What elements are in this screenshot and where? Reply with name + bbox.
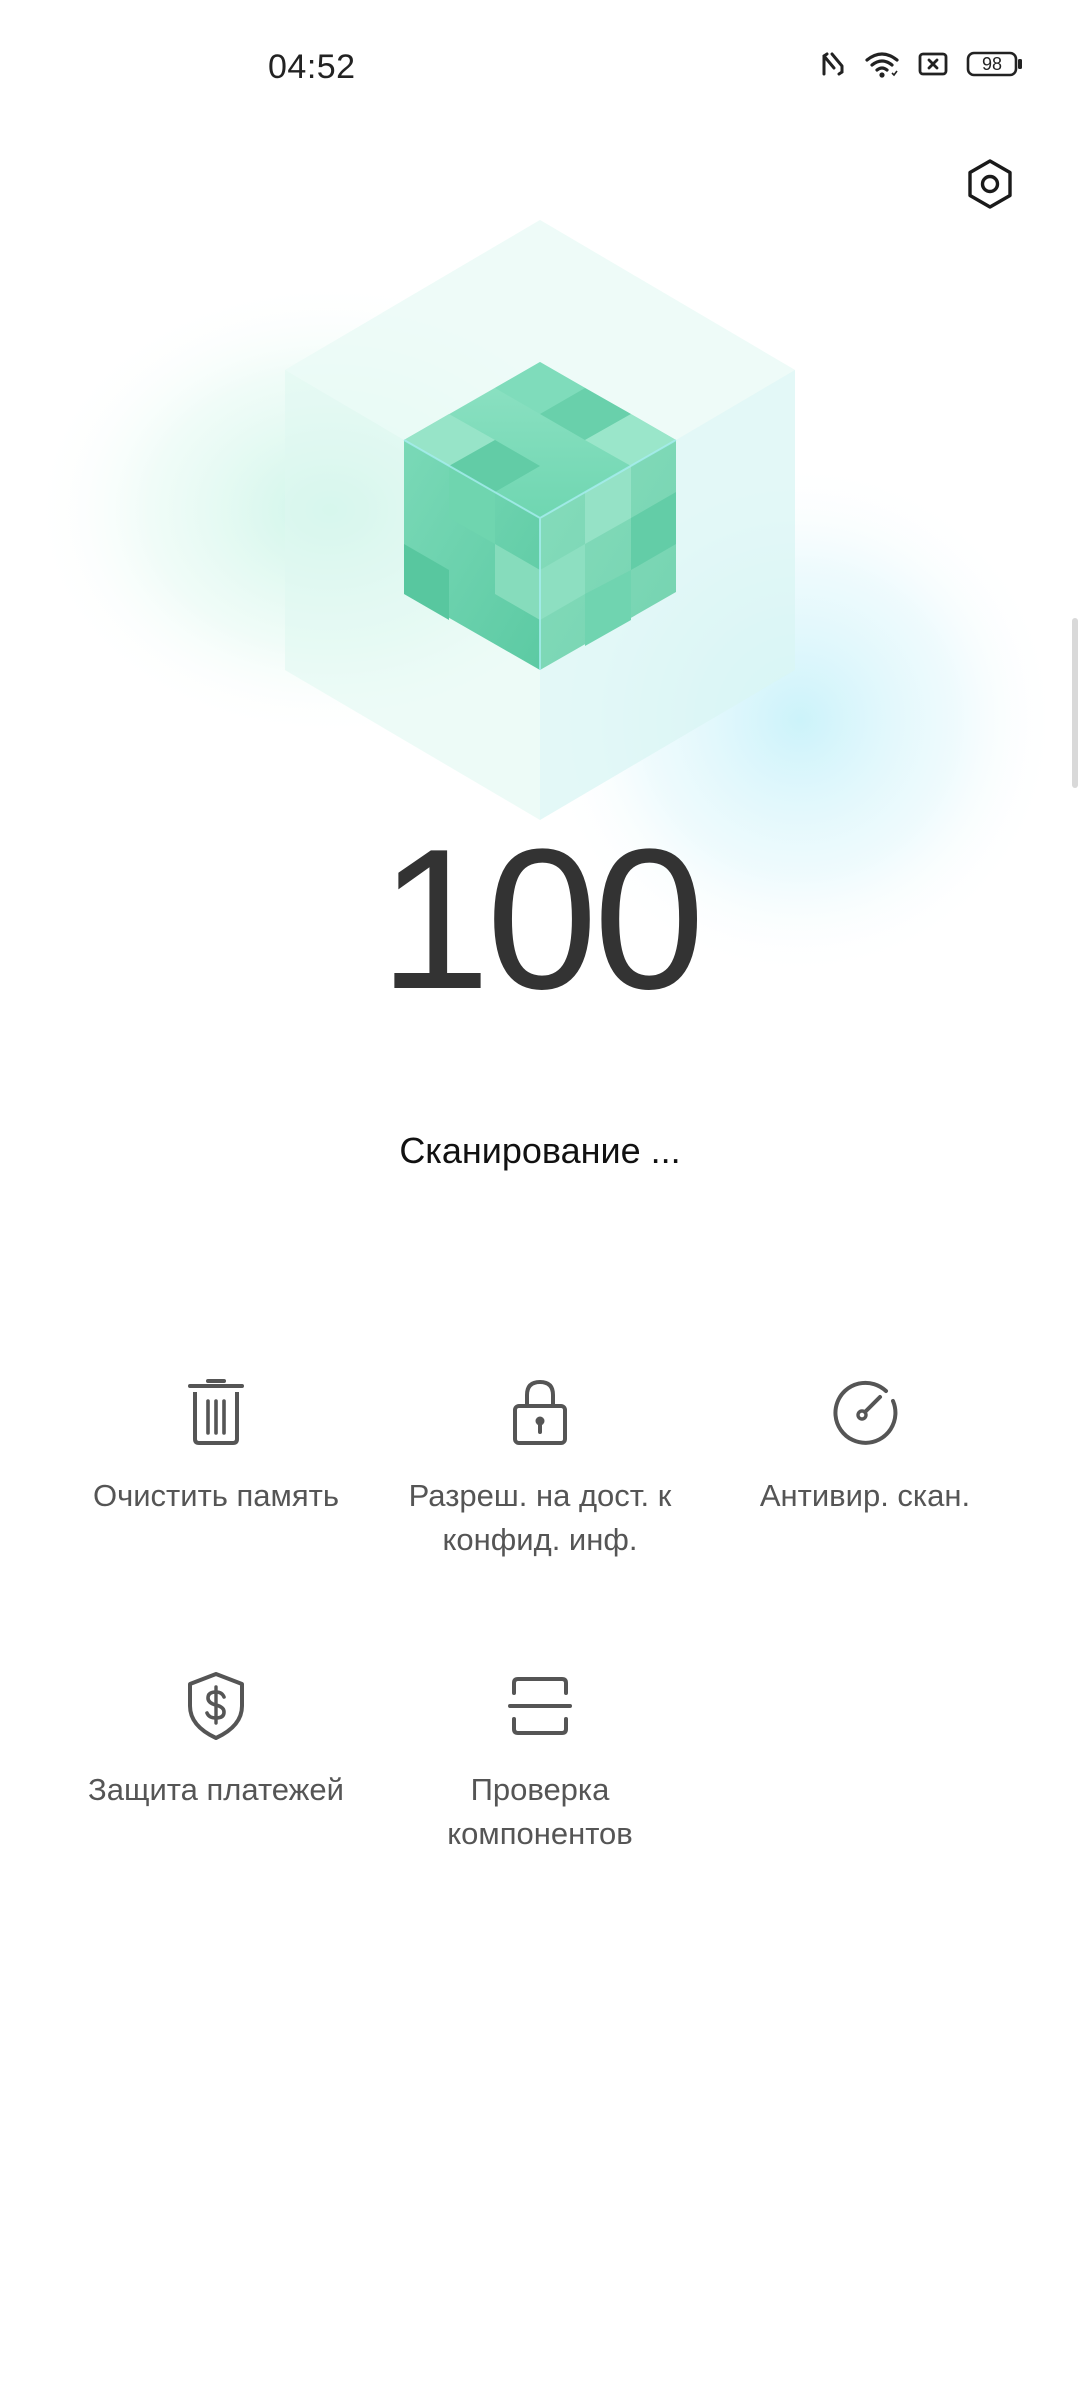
feature-label: Антивир. скан. xyxy=(759,1478,971,1513)
feature-label: Разреш. на дост. к конфид. инф. xyxy=(408,1478,672,1557)
status-icons: 98 xyxy=(820,50,1024,78)
scan-status: Сканирование ... xyxy=(399,1130,681,1171)
status-bar: 04:52 98 xyxy=(0,0,1080,140)
feature-label: Проверка компонентов xyxy=(447,1772,633,1851)
battery-icon: 98 xyxy=(966,51,1024,77)
gauge-icon xyxy=(825,1372,905,1452)
status-time: 04:52 xyxy=(268,48,356,86)
shield-dollar-icon xyxy=(176,1666,256,1746)
wifi-icon xyxy=(864,50,900,78)
sim-off-icon xyxy=(918,51,948,77)
feature-clean-memory[interactable]: Очистить память xyxy=(56,1372,376,1518)
battery-level: 98 xyxy=(981,54,1003,74)
scan-frame-icon xyxy=(500,1666,580,1746)
feature-label: Очистить память xyxy=(92,1478,340,1513)
lock-icon xyxy=(500,1372,580,1452)
feature-label: Защита платежей xyxy=(88,1772,344,1807)
feature-component-check[interactable]: Проверка компонентов xyxy=(380,1666,700,1856)
feature-privacy-permissions[interactable]: Разреш. на дост. к конфид. инф. xyxy=(380,1372,700,1562)
scrollbar[interactable] xyxy=(1072,618,1078,788)
nfc-icon xyxy=(820,50,846,78)
trash-icon xyxy=(176,1372,256,1452)
security-score: 100 xyxy=(379,808,705,1031)
feature-payment-protection[interactable]: Защита платежей xyxy=(56,1666,376,1812)
feature-antivirus-scan[interactable]: Антивир. скан. xyxy=(705,1372,1025,1518)
